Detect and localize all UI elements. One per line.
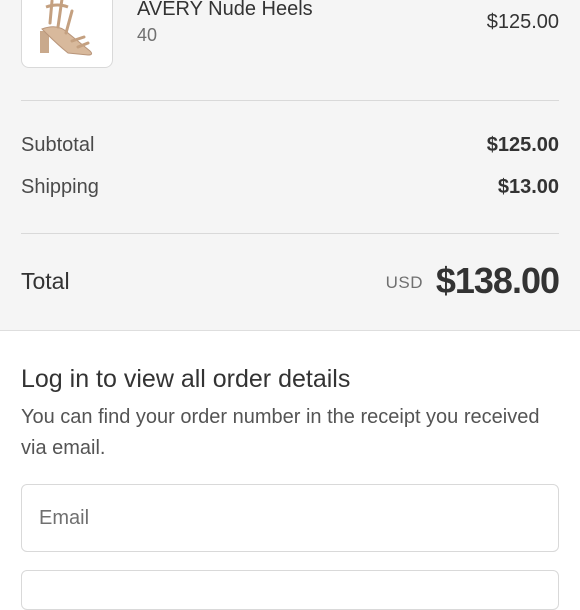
shipping-label: Shipping — [21, 176, 99, 198]
order-summary: AVERY Nude Heels 40 $125.00 Subtotal $12… — [0, 0, 580, 331]
product-variant: 40 — [137, 25, 158, 45]
divider — [21, 100, 559, 101]
total-value: $138.00 — [435, 260, 560, 301]
total-label: Total — [21, 268, 70, 294]
login-description: You can find your order number in the re… — [21, 406, 540, 459]
email-field[interactable] — [21, 484, 559, 552]
shipping-value: $13.00 — [497, 176, 559, 198]
subtotal-value: $125.00 — [486, 134, 559, 156]
divider — [21, 233, 559, 234]
heel-sandal-image — [40, 0, 93, 56]
currency-code: USD — [385, 273, 423, 292]
login-title: Log in to view all order details — [21, 365, 351, 393]
product-name: AVERY Nude Heels — [137, 0, 313, 20]
next-input-field[interactable] — [21, 570, 559, 610]
subtotal-label: Subtotal — [21, 134, 95, 156]
product-thumbnail — [21, 0, 113, 68]
product-price: $125.00 — [486, 11, 559, 33]
